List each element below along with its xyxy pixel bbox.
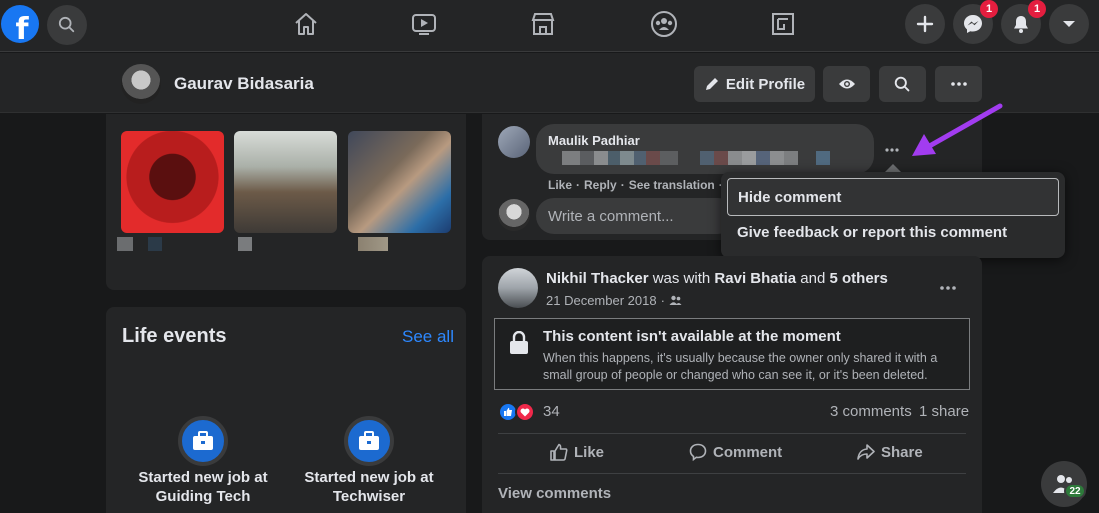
friend-name-redacted	[148, 237, 162, 251]
comment-label: Comment	[713, 443, 783, 461]
account-menu-button[interactable]	[1049, 4, 1089, 44]
search-icon	[58, 16, 75, 33]
life-event-icon	[344, 416, 394, 466]
bell-icon	[1014, 16, 1028, 33]
briefcase-icon	[359, 431, 379, 450]
friend-name-redacted	[117, 237, 133, 251]
friend-photo[interactable]	[348, 131, 451, 233]
view-as-button[interactable]	[823, 66, 870, 102]
marketplace-icon	[531, 13, 555, 35]
reaction-count[interactable]: 34	[543, 403, 560, 420]
comment-button[interactable]: Comment	[689, 443, 782, 461]
comment-options-button[interactable]	[878, 140, 906, 160]
comment-text-redacted	[562, 151, 862, 165]
life-event-label[interactable]: Started new job at Guiding Tech	[128, 468, 278, 506]
profile-search-button[interactable]	[879, 66, 926, 102]
life-events-title: Life events	[122, 325, 227, 347]
unavailable-title: This content isn't available at the mome…	[543, 328, 841, 345]
friend-name-redacted	[238, 237, 252, 251]
search-button[interactable]	[47, 5, 87, 45]
heart-icon	[520, 408, 530, 416]
messenger-icon	[964, 15, 982, 33]
more-icon	[950, 82, 967, 86]
post-options-button[interactable]	[934, 279, 962, 297]
post-others-link[interactable]: 5 others	[830, 270, 888, 287]
share-icon	[857, 444, 875, 460]
facebook-logo-icon[interactable]: f	[1, 5, 39, 43]
nav-gaming-tab[interactable]	[765, 8, 801, 40]
thumbs-up-icon	[504, 407, 512, 416]
post-author[interactable]: Nikhil Thacker	[546, 270, 649, 287]
current-user-avatar	[498, 199, 530, 231]
profile-name[interactable]: Gaurav Bidasaria	[174, 74, 314, 94]
more-icon	[940, 286, 956, 290]
nav-home-tab[interactable]	[288, 8, 324, 40]
unavailable-body: When this happens, it's usually because …	[543, 351, 938, 382]
see-all-link[interactable]: See all	[402, 327, 454, 347]
caret-down-icon	[1063, 21, 1075, 27]
contacts-count-badge: 22	[1064, 483, 1086, 499]
divider	[498, 433, 966, 434]
pencil-icon	[705, 78, 718, 90]
post-date[interactable]: 21 December 2018	[546, 293, 657, 308]
like-button[interactable]: Like	[550, 443, 604, 461]
thumbs-up-icon	[550, 443, 568, 461]
edit-profile-label: Edit Profile	[725, 75, 806, 93]
friend-photo[interactable]	[234, 131, 337, 233]
comments-count[interactable]: 3 comments	[830, 403, 912, 420]
post-meta: 21 December 2018 ·	[546, 293, 682, 308]
view-comments-link[interactable]: View comments	[498, 485, 611, 502]
life-event-label[interactable]: Started new job at Techwiser	[294, 468, 444, 506]
lock-icon	[510, 331, 528, 354]
messenger-badge: 1	[980, 0, 998, 18]
search-icon	[894, 76, 910, 91]
share-button[interactable]: Share	[857, 443, 923, 461]
report-comment-menu-item[interactable]: Give feedback or report this comment	[737, 224, 1007, 241]
comment-reply-link[interactable]: Reply	[584, 178, 617, 192]
create-button[interactable]	[905, 4, 945, 44]
profile-more-button[interactable]	[935, 66, 982, 102]
comment-author[interactable]: Maulik Padhiar	[548, 133, 640, 148]
hide-comment-menu-item[interactable]: Hide comment	[727, 178, 1059, 216]
comment-bubble	[536, 124, 874, 174]
nav-marketplace-tab[interactable]	[525, 8, 561, 40]
nav-groups-tab[interactable]	[646, 8, 682, 40]
profile-avatar[interactable]	[121, 64, 161, 104]
shares-count[interactable]: 1 share	[919, 403, 969, 420]
see-translation-link[interactable]: See translation	[629, 178, 715, 192]
video-icon	[412, 14, 436, 35]
like-label: Like	[574, 443, 605, 461]
post-and-text: and	[800, 270, 826, 287]
life-event-icon	[178, 416, 228, 466]
nav-watch-tab[interactable]	[406, 8, 442, 40]
post-header-line: Nikhil Thacker was with Ravi Bhatia and …	[546, 270, 888, 287]
comment-icon	[689, 443, 707, 461]
eye-icon	[838, 79, 855, 89]
notifications-badge: 1	[1028, 0, 1046, 18]
comment-actions: Like· Reply· See translation· 1	[548, 178, 733, 192]
friend-name-redacted	[358, 237, 388, 251]
post-tagged-friend[interactable]: Ravi Bhatia	[714, 270, 796, 287]
more-icon	[885, 148, 899, 152]
briefcase-icon	[193, 431, 213, 450]
commenter-avatar[interactable]	[498, 126, 530, 158]
friend-photo[interactable]	[121, 131, 224, 233]
comment-like-link[interactable]: Like	[548, 178, 572, 192]
gaming-icon	[772, 13, 794, 35]
post-author-avatar[interactable]	[498, 268, 538, 308]
home-icon	[295, 13, 317, 35]
share-label: Share	[881, 443, 923, 461]
love-reaction-icon[interactable]	[515, 402, 535, 422]
post-with-text: was with	[652, 270, 711, 287]
groups-icon	[651, 11, 677, 37]
friends-privacy-icon	[669, 295, 682, 305]
edit-profile-button[interactable]: Edit Profile	[694, 66, 815, 102]
plus-icon	[916, 15, 934, 33]
annotation-arrow-icon	[912, 103, 1003, 156]
write-comment-placeholder: Write a comment...	[548, 208, 674, 225]
divider	[498, 473, 966, 474]
